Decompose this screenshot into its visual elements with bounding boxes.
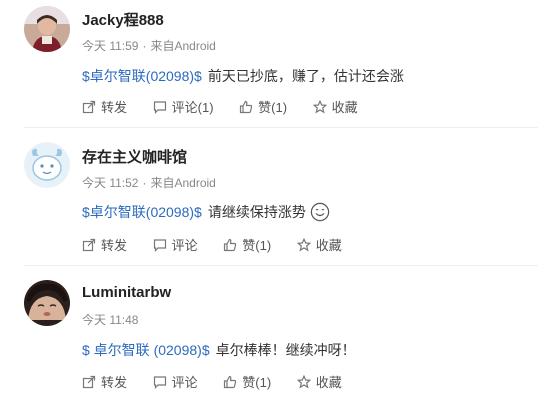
favorite-button[interactable]: 收藏 xyxy=(312,97,358,116)
post-actions: 转发 评论(1) 赞(1) 收藏 xyxy=(82,97,380,117)
favorite-label: 收藏 xyxy=(315,238,342,253)
comment-label: 评论 xyxy=(171,375,198,390)
repost-icon xyxy=(82,375,96,388)
like-label: 赞(1) xyxy=(242,238,272,253)
avatar[interactable] xyxy=(24,6,70,52)
post-meta: 今天 11:48 xyxy=(82,311,138,328)
stock-link[interactable]: $卓尔智联(02098)$ xyxy=(82,204,202,220)
repost-button[interactable]: 转发 xyxy=(82,97,127,116)
repost-button[interactable]: 转发 xyxy=(82,372,127,391)
repost-label: 转发 xyxy=(101,100,128,115)
comment-button[interactable]: 评论 xyxy=(153,235,198,254)
comment-icon xyxy=(153,238,166,252)
like-label: 赞(1) xyxy=(242,375,272,390)
favorite-button[interactable]: 收藏 xyxy=(296,235,342,254)
smile-emoji-icon xyxy=(310,202,330,225)
post-text: 请继续保持涨势 xyxy=(207,204,306,221)
star-icon xyxy=(312,99,327,113)
star-icon xyxy=(296,237,311,251)
like-button[interactable]: 赞(1) xyxy=(239,97,287,116)
post-content: $ 卓尔智联 (02098)$ 卓尔棒棒！继续冲呀！ xyxy=(82,340,356,360)
favorite-label: 收藏 xyxy=(315,375,342,390)
post-actions: 转发 评论 赞(1) 收藏 xyxy=(82,372,364,392)
post-time[interactable]: 今天 11:48 xyxy=(82,313,138,327)
comment-button[interactable]: 评论(1) xyxy=(153,97,214,116)
username[interactable]: Jacky程888 xyxy=(82,9,164,30)
like-label: 赞(1) xyxy=(258,100,288,115)
post-source: 来自Android xyxy=(150,176,216,190)
post-actions: 转发 评论 赞(1) 收藏 xyxy=(82,235,364,255)
thumbs-up-icon xyxy=(240,100,253,113)
stock-link[interactable]: $卓尔智联(02098)$ xyxy=(82,68,202,84)
favorite-button[interactable]: 收藏 xyxy=(296,372,342,391)
divider xyxy=(24,127,538,128)
favorite-label: 收藏 xyxy=(331,100,358,115)
repost-icon xyxy=(82,238,96,251)
avatar[interactable] xyxy=(24,142,70,188)
comment-icon xyxy=(153,100,166,114)
comment-button[interactable]: 评论 xyxy=(153,372,198,391)
comment-label: 评论(1) xyxy=(171,100,214,115)
username[interactable]: Luminitarbw xyxy=(82,284,171,301)
repost-button[interactable]: 转发 xyxy=(82,235,127,254)
stock-link[interactable]: $ 卓尔智联 (02098)$ xyxy=(82,342,210,358)
repost-label: 转发 xyxy=(101,375,128,390)
post-meta: 今天 11:52 · 来自Android xyxy=(82,176,216,190)
avatar[interactable] xyxy=(24,280,70,326)
thumbs-up-icon xyxy=(224,375,237,388)
username[interactable]: 存在主义咖啡馆 xyxy=(82,146,187,167)
post-source: 来自Android xyxy=(150,39,216,53)
post-text: 卓尔棒棒！继续冲呀！ xyxy=(215,342,356,358)
post-meta: 今天 11:59 · 来自Android xyxy=(82,39,216,53)
post-text: 前天已抄底，赚了，估计还会涨 xyxy=(207,68,404,84)
comment-icon xyxy=(153,375,166,389)
post-content: $卓尔智联(02098)$ 前天已抄底，赚了，估计还会涨 xyxy=(82,66,404,86)
post-time[interactable]: 今天 11:52 xyxy=(82,176,138,190)
like-button[interactable]: 赞(1) xyxy=(223,372,271,391)
like-button[interactable]: 赞(1) xyxy=(223,235,271,254)
thumbs-up-icon xyxy=(224,238,237,251)
repost-icon xyxy=(82,100,96,113)
repost-label: 转发 xyxy=(101,238,128,253)
divider xyxy=(24,265,538,266)
star-icon xyxy=(296,374,311,388)
post-content: $卓尔智联(02098)$ 请继续保持涨势 xyxy=(82,202,330,225)
comment-label: 评论 xyxy=(171,238,198,253)
post-time[interactable]: 今天 11:59 xyxy=(82,39,138,53)
